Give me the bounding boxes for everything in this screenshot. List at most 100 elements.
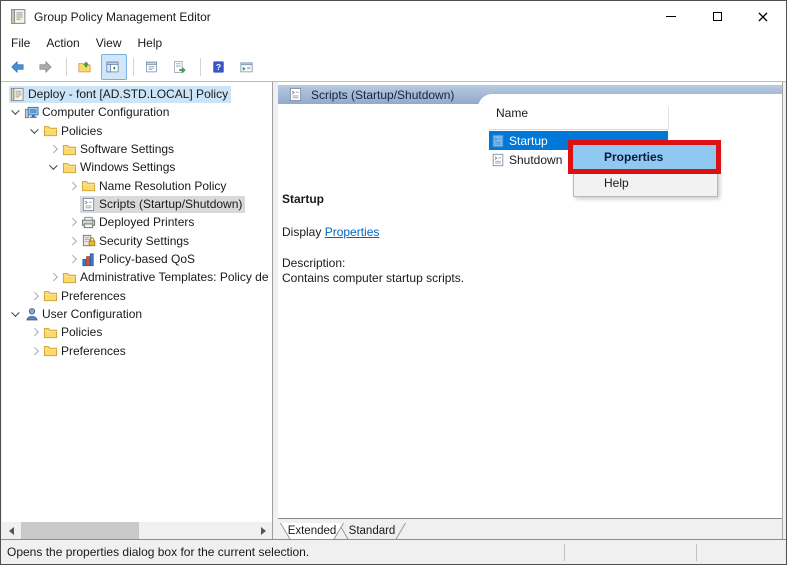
list-row-label: Startup [509, 134, 548, 148]
help-button[interactable] [207, 54, 233, 80]
scroll-right-button[interactable] [255, 522, 272, 539]
collapsed-chevron-icon[interactable] [29, 342, 42, 360]
close-button[interactable]: × [740, 1, 786, 32]
scripts-icon [288, 87, 303, 102]
tree-item-body: Name Resolution Policy [80, 177, 229, 194]
tree-item-security-settings[interactable]: Security Settings [2, 232, 272, 250]
tree-item-label: Name Resolution Policy [99, 179, 226, 193]
column-header-name[interactable]: Name [496, 106, 528, 120]
app-window: Group Policy Management Editor × FileAct… [0, 0, 787, 565]
tree-item-software-settings[interactable]: Software Settings [2, 140, 272, 158]
tree-item-deployed-printers[interactable]: Deployed Printers [2, 213, 272, 231]
expanded-chevron-icon[interactable] [10, 305, 23, 323]
menu-help[interactable]: Help [130, 34, 171, 52]
up-one-level-button[interactable] [73, 54, 99, 80]
taskpad-item-title: Startup [282, 192, 324, 206]
collapsed-chevron-icon[interactable] [67, 213, 80, 231]
menu-file[interactable]: File [3, 34, 38, 52]
tree-item-body: Policy-based QoS [80, 251, 198, 268]
folder-icon [81, 178, 96, 193]
expander-spacer [67, 195, 80, 213]
tree-item-policies[interactable]: Policies [2, 323, 272, 341]
tree-item-computer-configuration[interactable]: Computer Configuration [2, 103, 272, 121]
taskpad-button[interactable] [235, 54, 261, 80]
back-button[interactable] [6, 54, 32, 80]
tree-item-label: Deploy - font [AD.STD.LOCAL] Policy [28, 87, 228, 101]
tree-item-body: Administrative Templates: Policy de [61, 269, 272, 286]
tree-item-label: Computer Configuration [42, 105, 169, 119]
expanded-chevron-icon[interactable] [29, 122, 42, 140]
tree-item-windows-settings[interactable]: Windows Settings [2, 158, 272, 176]
tree-item-policy-based-qos[interactable]: Policy-based QoS [2, 250, 272, 268]
properties-button[interactable] [140, 54, 166, 80]
show-console-tree-button[interactable] [101, 54, 127, 80]
tree-item-name-resolution-policy[interactable]: Name Resolution Policy [2, 177, 272, 195]
scripts-icon [81, 197, 96, 212]
tree-item-body: Scripts (Startup/Shutdown) [80, 196, 245, 213]
result-pane: Scripts (Startup/Shutdown) Startup Displ… [278, 82, 783, 539]
tree-item-preferences[interactable]: Preferences [2, 287, 272, 305]
toolbar-separator [66, 58, 67, 76]
scrollbar-track[interactable] [19, 522, 255, 539]
maximize-icon [713, 12, 722, 21]
tree-item-policies[interactable]: Policies [2, 122, 272, 140]
context-menu-item-properties[interactable]: Properties [574, 145, 717, 169]
security-icon [81, 233, 96, 248]
tree-item-body: User Configuration [23, 306, 145, 323]
collapsed-chevron-icon[interactable] [29, 323, 42, 341]
tree-item-body: Computer Configuration [23, 104, 172, 121]
properties-link[interactable]: Properties [325, 225, 380, 239]
tree-item-user-configuration[interactable]: User Configuration [2, 305, 272, 323]
tree-item-body: Windows Settings [61, 159, 178, 176]
forward-button[interactable] [34, 54, 60, 80]
tab-standard[interactable]: Standard [338, 523, 406, 540]
tree-item-body: Security Settings [80, 232, 192, 249]
tab-extended[interactable]: Extended [280, 523, 344, 540]
folder-icon [43, 123, 58, 138]
tree-item-administrative-templates-policy-de[interactable]: Administrative Templates: Policy de [2, 268, 272, 286]
qos-chart-icon [81, 252, 96, 267]
console-tree: Deploy - font [AD.STD.LOCAL] Policy Compu… [2, 85, 272, 522]
tree-item-preferences[interactable]: Preferences [2, 342, 272, 360]
minimize-icon [666, 16, 676, 17]
collapsed-chevron-icon[interactable] [48, 268, 61, 286]
scrollbar-thumb[interactable] [21, 522, 139, 539]
expanded-chevron-icon[interactable] [10, 103, 23, 121]
maximize-button[interactable] [694, 1, 740, 32]
menu-view[interactable]: View [88, 34, 130, 52]
tree-item-deploy-font-ad-std-local-policy[interactable]: Deploy - font [AD.STD.LOCAL] Policy [2, 85, 272, 103]
collapsed-chevron-icon[interactable] [48, 140, 61, 158]
tab-label: Extended [281, 523, 343, 539]
context-menu-item-help[interactable]: Help [574, 169, 717, 196]
toolbar [1, 53, 786, 82]
collapsed-chevron-icon[interactable] [29, 287, 42, 305]
display-label: Display [282, 225, 321, 239]
collapsed-chevron-icon[interactable] [67, 250, 80, 268]
tree-item-label: Windows Settings [80, 160, 175, 174]
tree-horizontal-scrollbar[interactable] [2, 522, 272, 539]
column-divider[interactable] [668, 107, 669, 129]
tree-item-label: Preferences [61, 344, 126, 358]
collapsed-chevron-icon[interactable] [67, 177, 80, 195]
folder-icon [62, 270, 77, 285]
description-label: Description: [282, 256, 345, 270]
minimize-button[interactable] [648, 1, 694, 32]
scroll-left-button[interactable] [2, 522, 19, 539]
tree-item-label: Scripts (Startup/Shutdown) [99, 197, 242, 211]
up-one-level-icon [77, 57, 92, 77]
export-list-button[interactable] [168, 54, 194, 80]
app-scroll-icon [10, 8, 27, 25]
taskpad-display-line: Display Properties [282, 225, 379, 239]
right-gutter [783, 82, 786, 539]
view-tab-strip: ExtendedStandard [278, 519, 782, 539]
expanded-chevron-icon[interactable] [48, 158, 61, 176]
collapsed-chevron-icon[interactable] [67, 232, 80, 250]
folder-icon [62, 142, 77, 157]
help-icon [211, 57, 226, 77]
status-bar: Opens the properties dialog box for the … [1, 539, 786, 564]
tree-item-body: Preferences [42, 342, 129, 359]
console-tree-pane: Deploy - font [AD.STD.LOCAL] Policy Compu… [2, 82, 273, 539]
tree-item-scripts-startup-shutdown[interactable]: Scripts (Startup/Shutdown) [2, 195, 272, 213]
tree-item-label: Policies [61, 124, 102, 138]
menu-action[interactable]: Action [38, 34, 87, 52]
